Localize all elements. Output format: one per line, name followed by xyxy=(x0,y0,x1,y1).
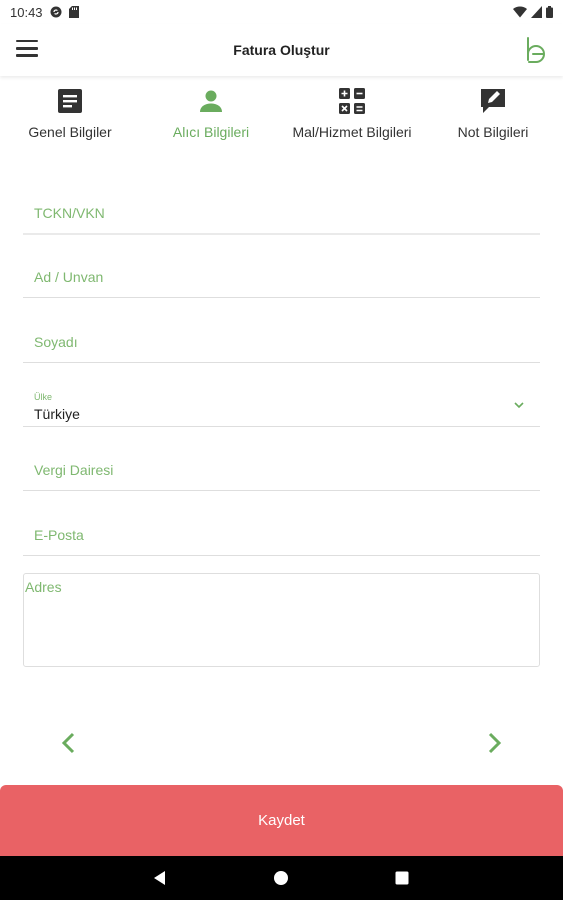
name-title-placeholder: Ad / Unvan xyxy=(34,269,104,285)
email-placeholder: E-Posta xyxy=(34,527,84,543)
calculator-icon xyxy=(339,88,365,114)
tab-general-info[interactable]: Genel Bilgiler xyxy=(10,84,130,141)
name-title-field[interactable]: Ad / Unvan xyxy=(23,257,540,298)
hamburger-icon xyxy=(16,40,38,43)
home-circle-icon xyxy=(274,871,288,885)
tax-office-placeholder: Vergi Dairesi xyxy=(34,462,114,478)
tab-note-info[interactable]: Not Bilgileri xyxy=(433,84,553,141)
status-right xyxy=(513,6,553,18)
address-placeholder: Adres xyxy=(25,579,62,595)
surname-placeholder: Soyadı xyxy=(34,334,78,350)
recents-square-icon xyxy=(395,871,409,885)
country-value: Türkiye xyxy=(34,406,80,422)
back-triangle-icon xyxy=(154,871,165,885)
country-select[interactable]: Ülke Türkiye xyxy=(23,386,540,427)
tckn-vkn-placeholder: TCKN/VKN xyxy=(34,205,105,221)
battery-icon xyxy=(546,6,553,18)
note-edit-icon xyxy=(481,89,505,113)
system-home-button[interactable] xyxy=(271,868,291,888)
page-title: Fatura Oluştur xyxy=(233,42,330,58)
email-field[interactable]: E-Posta xyxy=(23,515,540,556)
status-bar: 10:43 xyxy=(0,0,563,24)
document-icon xyxy=(58,89,82,113)
address-textarea[interactable]: Adres xyxy=(23,573,540,667)
system-recents-button[interactable] xyxy=(392,868,412,888)
previous-step-button[interactable] xyxy=(57,731,81,755)
sd-card-icon xyxy=(68,6,79,18)
signal-icon xyxy=(531,6,542,18)
system-back-button[interactable] xyxy=(150,868,170,888)
save-button[interactable]: Kaydet xyxy=(0,785,563,856)
next-step-button[interactable] xyxy=(482,731,506,755)
status-time: 10:43 xyxy=(10,4,43,20)
tab-label: Genel Bilgiler xyxy=(28,124,112,140)
chevron-right-icon xyxy=(488,732,502,754)
person-icon xyxy=(200,90,222,112)
menu-button[interactable] xyxy=(16,40,38,58)
tckn-vkn-field[interactable]: TCKN/VKN xyxy=(23,193,540,235)
tax-office-field[interactable]: Vergi Dairesi xyxy=(23,450,540,491)
system-nav-bar xyxy=(0,856,563,900)
country-label: Ülke xyxy=(34,392,53,402)
tab-label: Alıcı Bilgileri xyxy=(172,124,250,140)
app-bar: Fatura Oluştur xyxy=(0,24,563,76)
tab-label: Not Bilgileri xyxy=(457,124,529,140)
wifi-icon xyxy=(513,6,527,18)
chevron-left-icon xyxy=(61,732,75,754)
brand-logo-icon xyxy=(527,37,545,63)
status-left: 10:43 xyxy=(10,5,79,20)
surname-field[interactable]: Soyadı xyxy=(23,322,540,363)
tab-label: Mal/Hizmet Bilgileri xyxy=(292,124,412,140)
chevron-down-icon xyxy=(514,402,524,409)
sync-icon xyxy=(50,6,62,18)
tab-recipient-info[interactable]: Alıcı Bilgileri xyxy=(151,84,271,141)
tab-goods-services-info[interactable]: Mal/Hizmet Bilgileri xyxy=(292,84,412,141)
step-tabs: Genel Bilgiler Alıcı Bilgileri Mal/Hizme… xyxy=(0,84,563,170)
